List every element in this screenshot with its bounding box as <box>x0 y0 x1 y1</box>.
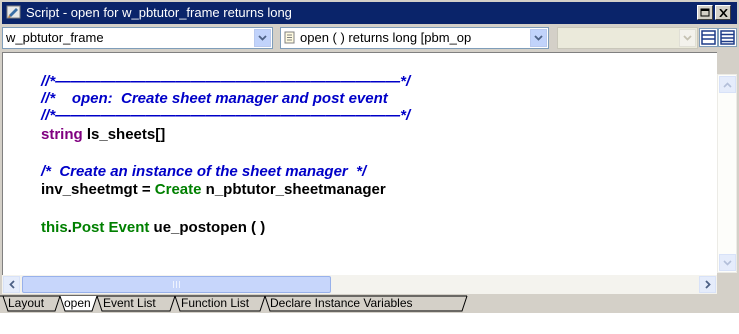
code-token: Create <box>154 181 202 198</box>
script-icon <box>6 5 21 19</box>
restore-icon <box>700 8 710 17</box>
single-pane-icon <box>701 30 716 45</box>
close-icon <box>718 8 728 17</box>
scroll-thumb[interactable] <box>22 276 331 293</box>
script-editor[interactable]: //*———————————————————————*///* open: Cr… <box>2 52 717 275</box>
vertical-scrollbar[interactable] <box>717 74 737 273</box>
code-token: n_pbtutor_sheetmanager <box>201 181 386 198</box>
chevron-down-icon <box>679 29 696 47</box>
event-script-icon <box>284 31 295 44</box>
window-title: Script - open for w_pbtutor_frame return… <box>26 5 292 20</box>
event-select[interactable]: open ( ) returns long [pbm_op <box>280 27 549 49</box>
chevron-right-icon <box>704 280 711 289</box>
code-token: inv_sheetmgt = <box>41 181 155 198</box>
scroll-right-button[interactable] <box>699 276 716 293</box>
code-token: this <box>41 219 68 236</box>
code-line: this.Post Event ue_postopen ( ) <box>41 219 265 237</box>
code-line: //* open: Create sheet manager and post … <box>41 90 388 108</box>
code-token: //* open: Create sheet manager and post … <box>41 90 388 107</box>
code-token: string <box>41 126 83 143</box>
scroll-left-button[interactable] <box>3 276 20 293</box>
chevron-left-icon <box>8 280 15 289</box>
chevron-up-icon <box>723 81 732 88</box>
tab-function-list[interactable]: Function List <box>181 296 249 311</box>
tab-event-list[interactable]: Event List <box>103 296 156 311</box>
split-pane-button[interactable] <box>718 28 737 47</box>
code-line: inv_sheetmgt = Create n_pbtutor_sheetman… <box>41 181 386 199</box>
code-token: ue_postopen ( ) <box>149 219 266 236</box>
code-token: Post Event <box>71 219 150 236</box>
code-line: //*———————————————————————*/ <box>41 73 410 91</box>
tab-bar: Layout open Event List Function List Dec… <box>0 295 739 313</box>
chevron-down-icon[interactable] <box>254 29 271 47</box>
horizontal-scrollbar[interactable] <box>2 275 717 294</box>
tab-open[interactable]: open <box>64 296 91 311</box>
object-select-value: w_pbtutor_frame <box>6 30 104 45</box>
close-button[interactable] <box>715 5 731 20</box>
single-pane-button[interactable] <box>699 28 718 47</box>
code-line: string ls_sheets[] <box>41 126 165 144</box>
code-token: //*———————————————————————*/ <box>41 73 411 90</box>
script-window: Script - open for w_pbtutor_frame return… <box>0 0 739 313</box>
code-token: ls_sheets[] <box>82 126 166 143</box>
event-select-value: open ( ) returns long [pbm_op <box>300 30 472 45</box>
code-line: /* Create an instance of the sheet manag… <box>41 163 366 181</box>
code-token: /* Create an instance of the sheet manag… <box>41 163 367 180</box>
grip-icon <box>173 281 180 288</box>
title-bar[interactable]: Script - open for w_pbtutor_frame return… <box>2 2 737 24</box>
chevron-down-icon[interactable] <box>530 29 547 47</box>
split-pane-icon <box>720 30 735 45</box>
object-select[interactable]: w_pbtutor_frame <box>2 27 273 49</box>
tab-layout[interactable]: Layout <box>8 296 44 311</box>
scroll-down-button[interactable] <box>719 254 736 271</box>
code-line: //*———————————————————————*/ <box>41 107 410 125</box>
tab-declare-instance-variables[interactable]: Declare Instance Variables <box>270 296 413 311</box>
code-token: //*———————————————————————*/ <box>41 107 411 124</box>
chevron-down-icon <box>723 259 732 266</box>
restore-button[interactable] <box>697 5 713 20</box>
ancestor-select <box>557 27 698 49</box>
scroll-up-button[interactable] <box>719 76 736 93</box>
